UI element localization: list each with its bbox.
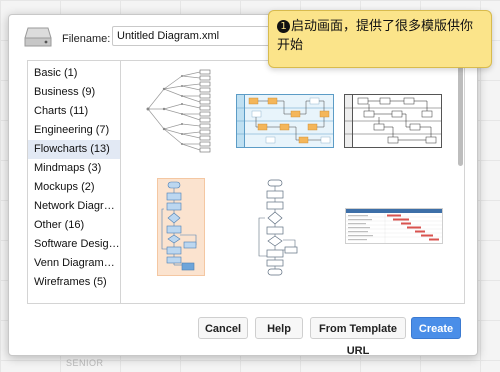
category-mindmaps[interactable]: Mindmaps (3) — [28, 159, 120, 178]
template-gantt[interactable] — [345, 208, 443, 244]
template-flowchart-grey[interactable] — [253, 178, 305, 278]
template-swimlane-grey[interactable] — [344, 94, 442, 148]
template-swimlane-blue[interactable] — [236, 94, 334, 148]
category-wireframes[interactable]: Wireframes (5) — [28, 273, 120, 292]
swimlane-thumbnail — [236, 94, 334, 148]
category-venn-diagrams[interactable]: Venn Diagrams (2) — [28, 254, 120, 273]
category-business[interactable]: Business (9) — [28, 83, 120, 102]
create-button[interactable]: Create — [411, 317, 461, 339]
from-template-url-button[interactable]: From Template URL — [310, 317, 406, 357]
background-text: SENIOR — [66, 358, 104, 368]
callout-text: 启动画面，提供了很多模版供你开始 — [277, 19, 474, 53]
filename-label: Filename: — [62, 33, 111, 45]
gantt-thumbnail — [345, 208, 443, 244]
category-other[interactable]: Other (16) — [28, 216, 120, 235]
category-software-design[interactable]: Software Design … — [28, 235, 120, 254]
drive-icon — [24, 27, 52, 47]
help-button[interactable]: Help — [255, 317, 303, 339]
template-flowchart-blue[interactable] — [157, 178, 205, 276]
template-mindmap-tree[interactable] — [140, 64, 220, 154]
category-basic[interactable]: Basic (1) — [28, 64, 120, 83]
swimlane-grey-thumbnail — [344, 94, 442, 148]
category-mockups[interactable]: Mockups (2) — [28, 178, 120, 197]
template-scrollbar[interactable] — [458, 66, 463, 166]
category-engineering[interactable]: Engineering (7) — [28, 121, 120, 140]
filename-input[interactable] — [112, 26, 284, 46]
flowchart-grey-thumbnail — [258, 179, 298, 276]
category-network-diagrams[interactable]: Network Diagra… — [28, 197, 120, 216]
callout-number-badge: 1 — [277, 20, 290, 33]
tree-diagram-thumbnail — [146, 69, 211, 153]
category-list: Basic (1) Business (9) Charts (11) Engin… — [27, 60, 121, 304]
cancel-button[interactable]: Cancel — [198, 317, 248, 339]
annotation-callout: 1 启动画面，提供了很多模版供你开始 — [268, 10, 492, 68]
category-charts[interactable]: Charts (11) — [28, 102, 120, 121]
flowchart-thumbnail — [161, 181, 197, 271]
category-flowcharts[interactable]: Flowcharts (13) — [28, 140, 120, 159]
